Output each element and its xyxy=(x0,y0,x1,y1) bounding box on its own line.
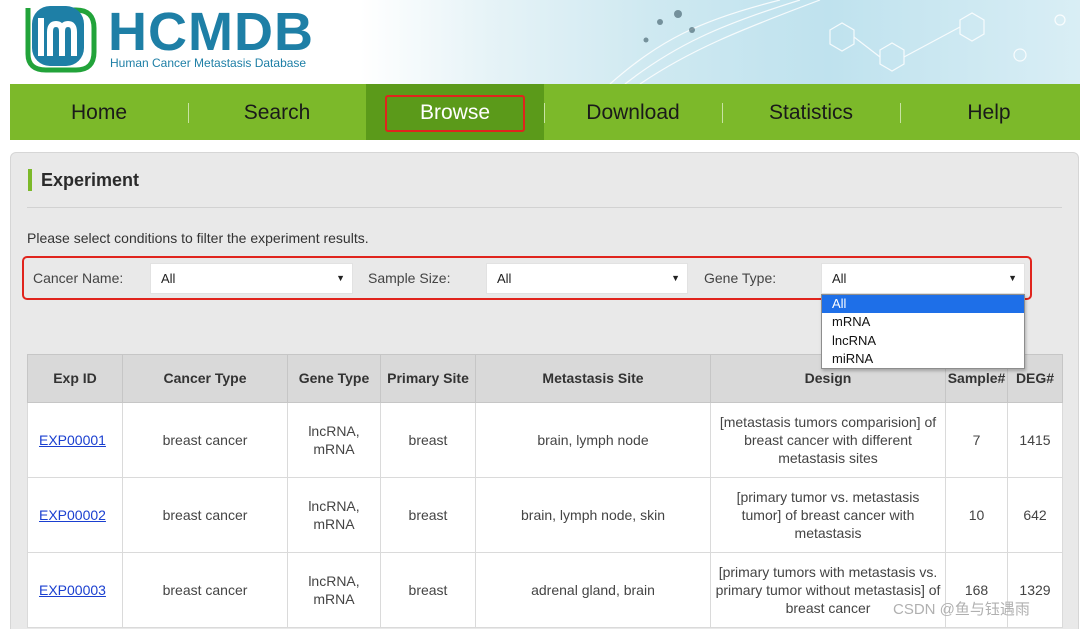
gene-type-option-mrna[interactable]: mRNA xyxy=(822,313,1024,331)
column-header[interactable]: Cancer Type xyxy=(122,354,288,403)
exp-id-cell: EXP00003 xyxy=(27,552,123,628)
nav-download[interactable]: Download xyxy=(544,84,722,140)
gene-type-option-all[interactable]: All xyxy=(822,295,1024,314)
gene-type-option-lncrna[interactable]: lncRNA xyxy=(822,332,1024,350)
sample-count-cell: 10 xyxy=(945,477,1008,553)
dropdown-arrow-icon: ▼ xyxy=(1008,273,1017,283)
design-cell: [metastasis tumors comparision] of breas… xyxy=(710,402,946,478)
exp-id-link[interactable]: EXP00003 xyxy=(39,582,106,598)
column-header[interactable]: Primary Site xyxy=(380,354,476,403)
table-row: EXP00001 breast cancer lncRNA, mRNA brea… xyxy=(27,402,1063,478)
cancer-type-cell: breast cancer xyxy=(122,402,288,478)
header-banner-art xyxy=(360,0,1080,84)
sample-size-select[interactable]: All ▼ xyxy=(486,263,688,294)
metastasis-site-cell: adrenal gland, brain xyxy=(475,552,711,628)
dropdown-arrow-icon: ▼ xyxy=(336,273,345,283)
sample-size-value: All xyxy=(497,271,512,286)
cancer-name-label: Cancer Name: xyxy=(33,270,124,286)
gene-type-select[interactable]: All ▼ xyxy=(821,263,1025,294)
dropdown-arrow-icon: ▼ xyxy=(671,273,680,283)
design-cell: [primary tumor vs. metastasis tumor] of … xyxy=(710,477,946,553)
primary-site-cell: breast xyxy=(380,402,476,478)
column-header[interactable]: Exp ID xyxy=(27,354,123,403)
deg-count-cell: 642 xyxy=(1007,477,1063,553)
metastasis-site-cell: brain, lymph node xyxy=(475,402,711,478)
nav-statistics[interactable]: Statistics xyxy=(722,84,900,140)
gene-type-value: All xyxy=(832,271,847,286)
csdn-watermark: CSDN @鱼与钰遇雨 xyxy=(893,601,1030,618)
gene-type-dropdown-list: All mRNA lncRNA miRNA xyxy=(821,294,1025,369)
cancer-type-cell: breast cancer xyxy=(122,477,288,553)
primary-site-cell: breast xyxy=(380,552,476,628)
primary-site-cell: breast xyxy=(380,477,476,553)
cancer-name-select[interactable]: All ▼ xyxy=(150,263,353,294)
column-header[interactable]: Gene Type xyxy=(287,354,381,403)
section-divider xyxy=(27,207,1062,208)
table-row: EXP00002 breast cancer lncRNA, mRNA brea… xyxy=(27,477,1063,553)
gene-type-label: Gene Type: xyxy=(704,270,777,286)
sample-size-label: Sample Size: xyxy=(368,270,451,286)
site-logo-subtitle: Human Cancer Metastasis Database xyxy=(110,56,307,70)
exp-id-cell: EXP00002 xyxy=(27,477,123,553)
gene-type-cell: lncRNA, mRNA xyxy=(287,477,381,553)
nav-help[interactable]: Help xyxy=(900,84,1078,140)
deg-count-cell: 1415 xyxy=(1007,402,1063,478)
site-logo-title: HCMDB xyxy=(108,2,314,62)
cancer-name-value: All xyxy=(161,271,176,286)
gene-type-cell: lncRNA, mRNA xyxy=(287,552,381,628)
nav-home[interactable]: Home xyxy=(10,84,188,140)
sample-count-cell: 7 xyxy=(945,402,1008,478)
filter-instruction: Please select conditions to filter the e… xyxy=(27,230,369,246)
metastasis-site-cell: brain, lymph node, skin xyxy=(475,477,711,553)
exp-id-link[interactable]: EXP00001 xyxy=(39,432,106,448)
browse-highlight-box xyxy=(385,95,525,132)
gene-type-option-mirna[interactable]: miRNA xyxy=(822,350,1024,368)
hcmdb-logo-icon xyxy=(25,6,97,73)
column-header[interactable]: Metastasis Site xyxy=(475,354,711,403)
site-header: HCMDB Human Cancer Metastasis Database xyxy=(0,0,1080,84)
section-accent-bar xyxy=(28,169,32,191)
section-title: Experiment xyxy=(41,170,140,190)
cancer-type-cell: breast cancer xyxy=(122,552,288,628)
exp-id-cell: EXP00001 xyxy=(27,402,123,478)
experiment-table: Exp ID Cancer Type Gene Type Primary Sit… xyxy=(27,354,1063,628)
main-nav: Home Search Browse Download Statistics H… xyxy=(10,84,1080,140)
nav-search[interactable]: Search xyxy=(188,84,366,140)
gene-type-cell: lncRNA, mRNA xyxy=(287,402,381,478)
exp-id-link[interactable]: EXP00002 xyxy=(39,507,106,523)
